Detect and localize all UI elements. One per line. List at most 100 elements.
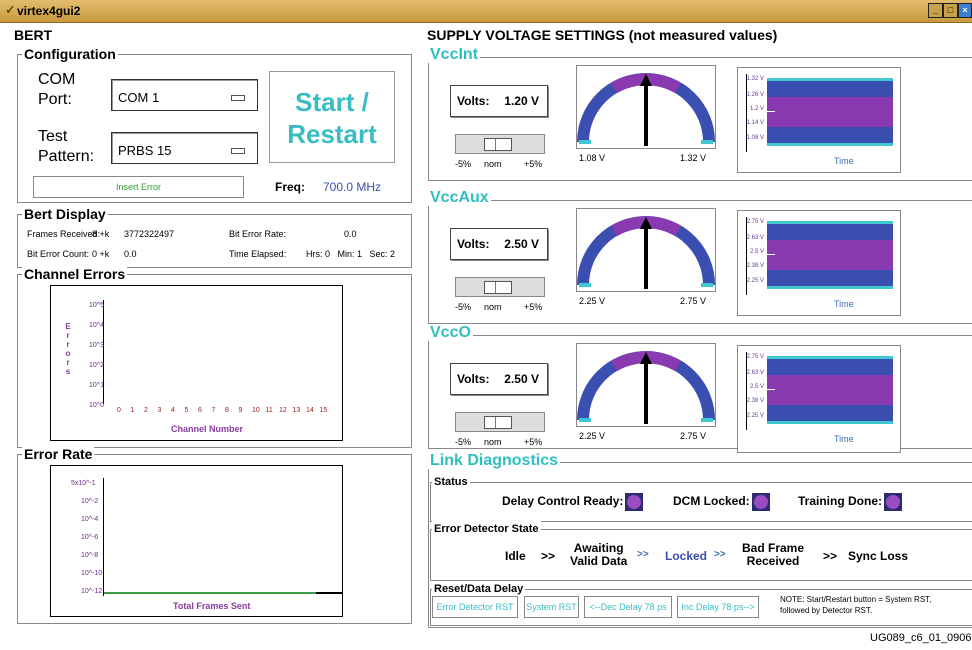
y-tick-label: 10^2	[89, 362, 104, 369]
trend-tick-label: 2.38 V	[746, 398, 764, 404]
test-pattern-select[interactable]: PRBS 15	[111, 132, 258, 164]
state-locked: Locked	[665, 549, 708, 563]
system-rst-button[interactable]: System RST	[524, 596, 579, 618]
trend-tick-label: 2.38 V	[746, 263, 764, 269]
slider-thumb[interactable]	[484, 281, 512, 294]
trend-band	[767, 421, 893, 424]
state-arrow: >>	[541, 549, 556, 563]
com-port-select[interactable]: COM 1	[111, 79, 258, 111]
trend-line	[767, 254, 775, 255]
y-tick-label: 10^-10	[81, 570, 103, 577]
error-rate-legend: Error Rate	[22, 446, 95, 462]
figure-caption: UG089_c6_01_090605	[870, 632, 972, 644]
trend-time-label: Time	[834, 299, 854, 309]
error-detector-legend: Error Detector State	[432, 521, 541, 537]
bit-error-rate-label: Bit Error Rate:	[229, 229, 287, 239]
delay-control-status: Delay Control Ready:	[502, 493, 644, 511]
time-elapsed-value: Hrs: 0 Min: 1 Sec: 2	[306, 249, 396, 259]
state-awaiting: Awaiting Valid Data	[570, 541, 628, 568]
x-tick-label: 7	[211, 407, 216, 414]
close-icon[interactable]: ×	[958, 3, 972, 18]
insert-error-button[interactable]: Insert Error	[33, 176, 244, 198]
y-tick-label: 10^5	[89, 302, 104, 309]
x-tick-label: 15	[319, 407, 328, 414]
error-detector-rst-button[interactable]: Error Detector RST	[432, 596, 518, 618]
test-pattern-label: Test Pattern:	[38, 128, 95, 165]
trend-tick-label: 1.26 V	[746, 92, 764, 98]
trend-tick-label: 2.5 V	[749, 384, 764, 390]
slider-minus-label: -5%	[455, 302, 472, 312]
delay-control-label: Delay Control Ready:	[502, 494, 624, 509]
rail-name: VccO	[428, 324, 473, 341]
gauge-graphic	[577, 351, 715, 424]
com-port-value: COM 1	[118, 90, 160, 105]
trend-band	[767, 224, 893, 240]
trend-band	[767, 375, 893, 405]
test-pattern-value: PRBS 15	[118, 143, 172, 158]
voltage-gauge	[576, 343, 716, 427]
slider-thumb[interactable]	[484, 416, 512, 429]
frames-received-label: Frames Received:	[27, 229, 101, 239]
slider-plus-label: +5%	[524, 302, 543, 312]
minimize-icon[interactable]: _	[928, 3, 943, 18]
slider-thumb[interactable]	[484, 138, 512, 151]
trend-tick-label: 1.32 V	[746, 76, 764, 82]
state-idle: Idle	[505, 549, 526, 563]
x-tick-label: 10	[252, 407, 260, 414]
y-tick-label: 10^1	[89, 382, 104, 389]
gauge-min-label: 2.25 V	[579, 296, 606, 306]
dec-delay-button[interactable]: <--Dec Delay 78 ps	[584, 596, 672, 618]
gauge-min-label: 1.08 V	[579, 153, 606, 163]
trend-band	[767, 127, 893, 143]
start-restart-button[interactable]: Start / Restart	[269, 71, 395, 163]
training-done-label: Training Done:	[798, 494, 882, 509]
time-elapsed-label: Time Elapsed:	[229, 249, 287, 259]
trend-tick-label: 2.75 V	[746, 354, 764, 360]
trend-tick-label: 1.08 V	[746, 135, 764, 141]
maximize-icon[interactable]: □	[943, 3, 958, 18]
error-rate-xlabel: Total Frames Sent	[173, 601, 251, 611]
trend-tick-label: 1.2 V	[749, 106, 764, 112]
volts-input[interactable]: Volts: 2.50 V	[450, 228, 548, 260]
slider-minus-label: -5%	[455, 437, 472, 447]
slider-nom-label: nom	[484, 437, 502, 447]
x-tick-label: 1	[130, 407, 135, 414]
volts-value: 1.20 V	[504, 94, 539, 108]
trend-band	[767, 286, 893, 289]
trend-tick-label: 2.25 V	[746, 413, 764, 419]
trend-plot	[746, 217, 893, 295]
voltage-slider[interactable]	[455, 134, 545, 154]
state-arrow: >>	[637, 549, 649, 560]
error-rate-plot: 5x10^-1 10^-2 10^-4 10^-6 10^-8 10^-10 10^-12 …	[50, 465, 343, 617]
volts-input[interactable]: Volts: 1.20 V	[450, 85, 548, 117]
bit-error-count-label: Bit Error Count:	[27, 249, 90, 259]
volts-label: Volts:	[457, 372, 490, 386]
inc-delay-button[interactable]: Inc Delay 78 ps-->	[677, 596, 759, 618]
trend-tick-label: 2.75 V	[746, 219, 764, 225]
gauge-min-label: 2.25 V	[579, 431, 606, 441]
bit-error-rate-value: 0.0	[344, 229, 357, 239]
voltage-trend-chart: 2.75 V 2.63 V 2.5 V 2.38 V 2.25 V Time	[737, 345, 901, 453]
channel-errors-legend: Channel Errors	[22, 266, 128, 282]
com-port-label: COM Port:	[38, 71, 76, 108]
state-sync-loss: Sync Loss	[848, 549, 909, 563]
freq-value: 700.0 MHz	[323, 180, 382, 194]
trend-tick-label: 2.63 V	[746, 235, 764, 241]
error-rate-line	[104, 592, 316, 594]
gauge-max-label: 2.75 V	[680, 296, 707, 306]
voltage-slider[interactable]	[455, 277, 545, 297]
dropdown-icon	[231, 95, 245, 101]
volts-input[interactable]: Volts: 2.50 V	[450, 363, 548, 395]
gauge-max-label: 2.75 V	[680, 431, 707, 441]
x-tick-label: 14	[306, 407, 314, 414]
trend-tick-label: 2.63 V	[746, 370, 764, 376]
channel-errors-plot: E r r o r s 10^5 10^4 10^3 10^2 10^1 10^0 012…	[50, 285, 343, 441]
volts-value: 2.50 V	[504, 372, 539, 386]
channel-errors-xlabel: Channel Number	[171, 424, 244, 434]
voltage-slider[interactable]	[455, 412, 545, 432]
training-done-led	[884, 493, 902, 511]
slider-nom-label: nom	[484, 159, 502, 169]
x-tick-label: 11	[265, 407, 273, 414]
gauge-max-label: 1.32 V	[680, 153, 707, 163]
trend-band	[767, 240, 893, 270]
